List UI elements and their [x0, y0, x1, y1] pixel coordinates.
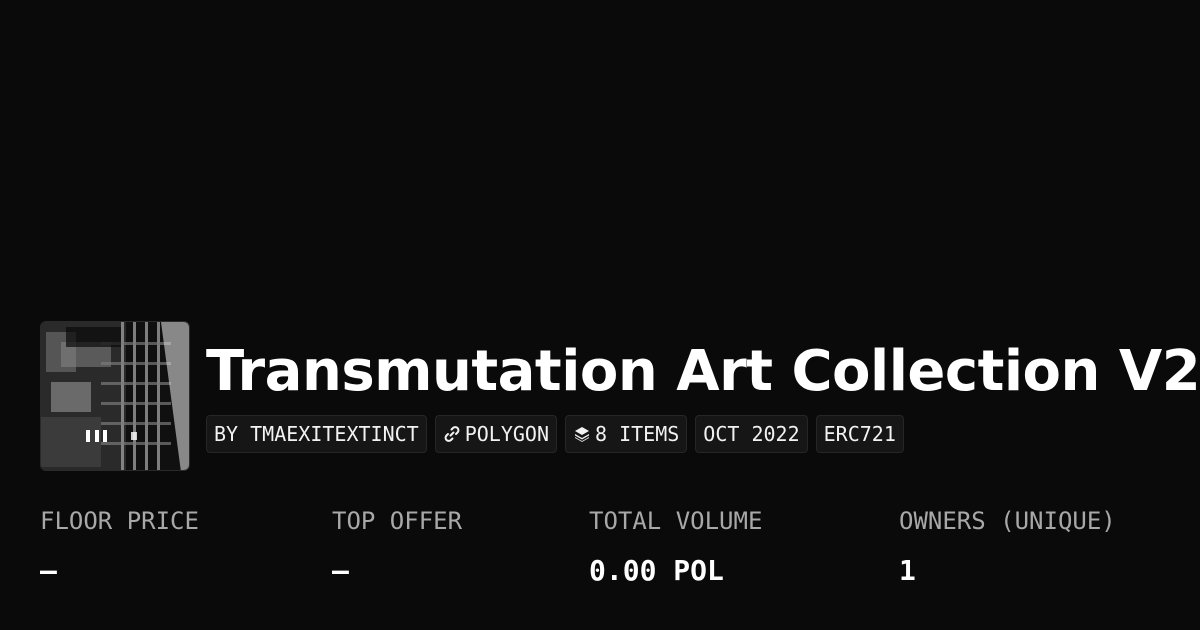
stat-label: TOTAL VOLUME [589, 507, 763, 535]
stat-top-offer: TOP OFFER – [332, 503, 462, 589]
collection-artwork [41, 322, 189, 470]
date-chip: OCT 2022 [695, 415, 808, 453]
creator-chip[interactable]: BY TMAEXITEXTINCT [206, 415, 427, 453]
stat-owners: OWNERS (UNIQUE) 1 [899, 503, 1116, 589]
collection-og-card: { "collection": { "title": "Transmutatio… [0, 0, 1200, 630]
collection-thumbnail [40, 321, 190, 471]
stat-label: FLOOR PRICE [40, 507, 199, 535]
stat-value: – [40, 554, 57, 587]
stat-value: 1 [899, 554, 916, 587]
standard-chip: ERC721 [815, 415, 904, 453]
collection-meta-chips: BY TMAEXITEXTINCT POLYGON 8 ITEMS OCT 20… [206, 415, 904, 453]
date-label: OCT 2022 [703, 422, 800, 446]
stat-total-volume: TOTAL VOLUME 0.00 POL [589, 503, 762, 589]
layers-icon [573, 425, 591, 443]
items-chip[interactable]: 8 ITEMS [565, 415, 688, 453]
standard-label: ERC721 [823, 422, 896, 446]
collection-title: Transmutation Art Collection V2 [206, 339, 1200, 404]
stat-label: OWNERS (UNIQUE) [899, 507, 1116, 535]
stat-floor-price: FLOOR PRICE – [40, 503, 199, 589]
chain-label: POLYGON [464, 422, 549, 446]
stat-label: TOP OFFER [332, 507, 463, 535]
chain-link-icon [443, 425, 461, 443]
creator-label: BY TMAEXITEXTINCT [214, 422, 419, 446]
items-label: 8 ITEMS [595, 422, 680, 446]
stat-value: 0.00 POL [589, 554, 724, 587]
chain-chip[interactable]: POLYGON [434, 415, 557, 453]
stat-value: – [332, 554, 349, 587]
